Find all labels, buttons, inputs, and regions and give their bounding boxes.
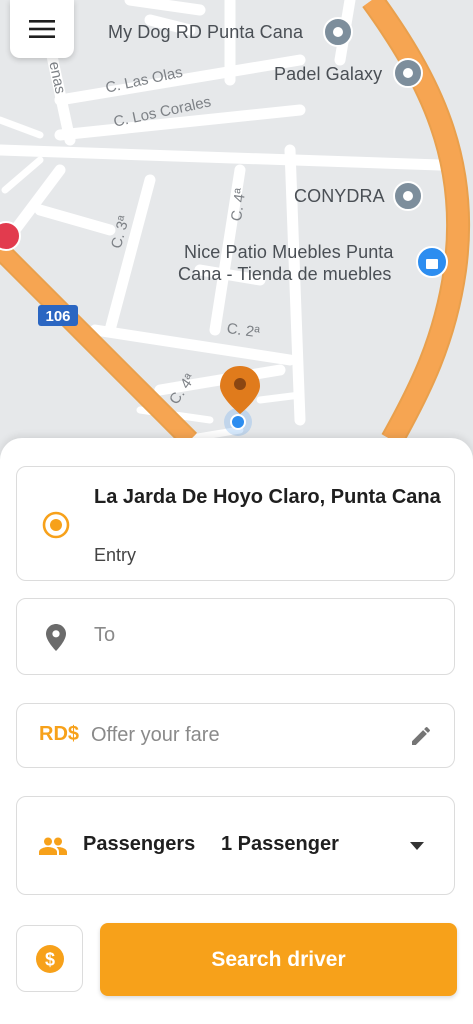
passengers-label: Passengers: [83, 833, 196, 855]
to-field[interactable]: To: [16, 598, 455, 675]
pencil-icon[interactable]: [412, 727, 430, 745]
poi-label-line1[interactable]: Nice Patio Muebles Punta: [184, 242, 394, 263]
dollar-icon: $: [35, 944, 64, 973]
from-field[interactable]: La Jarda De Hoyo Claro, Punta Cana Entry: [16, 466, 455, 581]
pickup-pin-icon[interactable]: [220, 366, 260, 414]
poi-pin-icon[interactable]: [393, 58, 423, 88]
poi-pin-icon[interactable]: [323, 17, 353, 47]
people-icon: [39, 837, 67, 855]
from-subtitle: Entry: [94, 545, 137, 565]
to-placeholder: To: [94, 624, 116, 646]
menu-button[interactable]: [10, 0, 74, 58]
poi-label-line2[interactable]: Cana - Tienda de muebles: [178, 264, 392, 285]
map-view[interactable]: 106 My Dog RD Punta Cana Padel Galaxy CO…: [0, 0, 473, 470]
poi-label[interactable]: Padel Galaxy: [274, 64, 382, 85]
location-dot-icon: [42, 511, 70, 539]
highway-shield-number: 106: [45, 308, 70, 325]
poi-label[interactable]: CONYDRA: [294, 186, 385, 207]
svg-text:$: $: [44, 949, 54, 969]
chevron-down-icon: [410, 842, 424, 850]
poi-label[interactable]: My Dog RD Punta Cana: [108, 22, 303, 43]
menu-icon: [29, 20, 55, 38]
passengers-value: 1 Passenger: [221, 833, 339, 855]
search-driver-button[interactable]: Search driver: [100, 923, 457, 996]
passengers-selector[interactable]: Passengers 1 Passenger: [16, 796, 455, 895]
poi-pin-icon[interactable]: [393, 181, 423, 211]
currency-label: RD$: [39, 723, 80, 745]
map-roads: 106: [0, 0, 471, 448]
map-pin-icon: [46, 624, 66, 651]
from-address: La Jarda De Hoyo Claro, Punta Cana: [94, 486, 441, 508]
fare-placeholder: Offer your fare: [91, 724, 220, 746]
shop-pin-icon[interactable]: [416, 246, 448, 278]
red-poi-marker[interactable]: [0, 221, 21, 251]
fare-field[interactable]: RD$ Offer your fare: [16, 703, 455, 768]
payment-method-button[interactable]: $: [16, 925, 83, 992]
